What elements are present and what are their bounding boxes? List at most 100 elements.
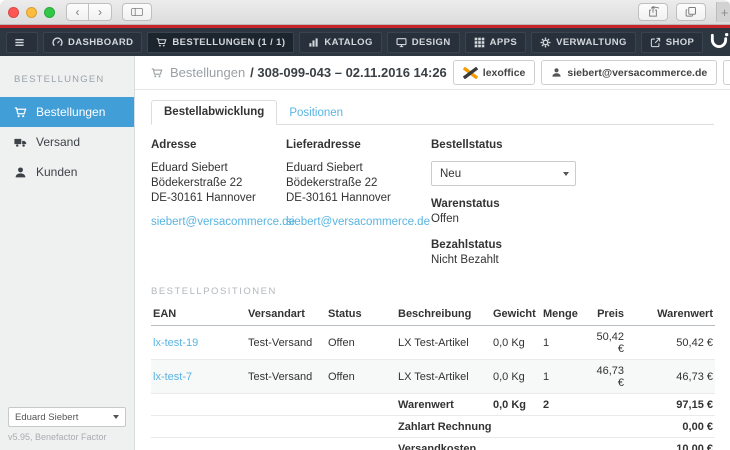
nav-katalog[interactable]: KATALOG <box>299 32 381 53</box>
positions-table: EAN Versandart Status Beschreibung Gewic… <box>151 303 715 450</box>
nav-label: SHOP <box>666 37 695 48</box>
col-preis: Preis <box>586 303 626 326</box>
shipping-email-link[interactable]: siebert@versacommerce.de <box>286 216 430 228</box>
version-text: v5.95, Benefactor Factor <box>8 432 126 442</box>
sku-link[interactable]: lx-test-7 <box>153 371 192 383</box>
window-minimize-button[interactable] <box>26 7 37 18</box>
window-maximize-button[interactable] <box>44 7 55 18</box>
sidebar-item-bestellungen[interactable]: Bestellungen <box>0 97 134 127</box>
goods-status-value: Offen <box>431 212 714 227</box>
truck-icon <box>14 136 27 149</box>
sidebar-item-kunden[interactable]: Kunden <box>0 157 134 187</box>
share-button[interactable] <box>638 3 668 21</box>
user-select-value: Eduard Siebert <box>15 412 78 423</box>
order-status-label: Bestellstatus <box>431 139 714 151</box>
sidebar-toggle-button[interactable] <box>122 3 152 21</box>
col-status: Status <box>326 303 396 326</box>
nav-label: KATALOG <box>324 37 372 48</box>
sidebar-toggle-icon <box>131 6 143 18</box>
nav-label: VERWALTUNG <box>556 37 627 48</box>
back-icon: ‹ <box>76 6 80 18</box>
address-email-link[interactable]: siebert@versacommerce.de <box>151 216 295 228</box>
menu-toggle-button[interactable] <box>6 32 38 53</box>
summary-row: Zahlart Rechnung 0,00 € <box>151 416 715 438</box>
order-status-value: Neu <box>440 168 461 180</box>
billing-address-block: Adresse Eduard Siebert Bödekerstraße 22 … <box>151 139 286 268</box>
summary-value: 10,00 € <box>626 438 715 450</box>
status-block: Bestellstatus Neu Warenstatus Offen Beza… <box>431 139 714 268</box>
nav-bestellungen[interactable]: BESTELLUNGEN (1 / 1) <box>147 32 294 53</box>
order-details: Adresse Eduard Siebert Bödekerstraße 22 … <box>151 139 714 268</box>
sidebar-item-versand[interactable]: Versand <box>0 127 134 157</box>
forward-icon: › <box>98 6 102 18</box>
tab-bar: Bestellabwicklung Positionen <box>151 100 714 125</box>
browser-window: ‹ › + DASHBOARD BESTELLUNGEN (1 / 1) <box>0 0 730 450</box>
cell-menge: 1 <box>541 326 586 360</box>
user-select[interactable]: Eduard Siebert <box>8 407 126 427</box>
payment-status-label: Bezahlstatus <box>431 239 714 251</box>
new-tab-button[interactable]: + <box>716 2 730 22</box>
nav-label: DESIGN <box>412 37 451 48</box>
shipping-address-block: Lieferadresse Eduard Siebert Bödekerstra… <box>286 139 431 268</box>
chevron-down-icon <box>113 415 119 419</box>
window-close-button[interactable] <box>8 7 19 18</box>
summary-label: Zahlart Rechnung <box>396 416 626 438</box>
nav-dashboard[interactable]: DASHBOARD <box>43 32 142 53</box>
versacommerce-logo: versa commerce <box>708 32 730 53</box>
packliste-button[interactable]: Packliste <box>723 60 730 85</box>
lexoffice-label: lexoffice <box>483 67 526 79</box>
breadcrumb-section[interactable]: Bestellungen <box>170 65 245 80</box>
external-link-icon <box>650 37 661 48</box>
sidebar-item-label: Kunden <box>36 165 77 179</box>
col-ean: EAN <box>151 303 246 326</box>
cell-versandart: Test-Versand <box>246 326 326 360</box>
col-beschreibung: Beschreibung <box>396 303 491 326</box>
address-line: Bödekerstraße 22 <box>151 176 286 191</box>
breadcrumb: Bestellungen / 308-099-043 – 02.11.2016 … <box>151 65 447 80</box>
tab-bestellabwicklung[interactable]: Bestellabwicklung <box>151 100 277 125</box>
cell-status: Offen <box>326 326 396 360</box>
cell-versandart: Test-Versand <box>246 360 326 394</box>
col-versandart: Versandart <box>246 303 326 326</box>
col-menge: Menge <box>541 303 586 326</box>
address-line: Eduard Siebert <box>286 161 431 176</box>
nav-design[interactable]: DESIGN <box>387 32 460 53</box>
tab-overview-button[interactable] <box>676 3 706 21</box>
forward-button[interactable]: › <box>89 3 112 21</box>
page-header: Bestellungen / 308-099-043 – 02.11.2016 … <box>135 56 730 90</box>
nav-label: APPS <box>490 37 517 48</box>
sidebar-item-label: Bestellungen <box>36 105 105 119</box>
cell-warenwert: 50,42 € <box>626 326 715 360</box>
nav-verwaltung[interactable]: VERWALTUNG <box>531 32 636 53</box>
sku-link[interactable]: lx-test-19 <box>153 337 198 349</box>
lexoffice-icon <box>463 67 478 79</box>
user-icon <box>14 166 27 179</box>
totals-menge: 2 <box>541 394 586 416</box>
cell-preis: 46,73 € <box>586 360 626 394</box>
shipping-title: Lieferadresse <box>286 139 431 151</box>
customer-email-button[interactable]: siebert@versacommerce.de <box>541 60 717 85</box>
customer-email-label: siebert@versacommerce.de <box>567 67 707 79</box>
address-line: DE-30161 Hannover <box>151 191 286 206</box>
cell-beschreibung: LX Test-Artikel <box>396 360 491 394</box>
address-title: Adresse <box>151 139 286 151</box>
cell-warenwert: 46,73 € <box>626 360 715 394</box>
nav-shop[interactable]: SHOP <box>641 32 704 53</box>
table-row: lx-test-19 Test-Versand Offen LX Test-Ar… <box>151 326 715 360</box>
back-button[interactable]: ‹ <box>66 3 89 21</box>
positions-section-label: BESTELLPOSITIONEN <box>151 286 714 297</box>
table-header-row: EAN Versandart Status Beschreibung Gewic… <box>151 303 715 326</box>
nav-apps[interactable]: APPS <box>465 32 526 53</box>
cell-menge: 1 <box>541 360 586 394</box>
summary-row: Versandkosten 10,00 € <box>151 438 715 450</box>
tab-positionen[interactable]: Positionen <box>277 102 355 125</box>
cell-preis: 50,42 € <box>586 326 626 360</box>
order-status-select[interactable]: Neu <box>431 161 576 186</box>
versa-u-icon <box>708 32 730 52</box>
sidebar-section-label: BESTELLUNGEN <box>0 56 134 97</box>
order-detail-content: Bestellabwicklung Positionen Adresse Edu… <box>135 90 730 450</box>
catalog-chart-icon <box>308 37 319 48</box>
summary-label: Versandkosten <box>396 438 626 450</box>
lexoffice-button[interactable]: lexoffice <box>453 60 536 85</box>
page-title: / 308-099-043 – 02.11.2016 14:26 <box>250 65 447 80</box>
